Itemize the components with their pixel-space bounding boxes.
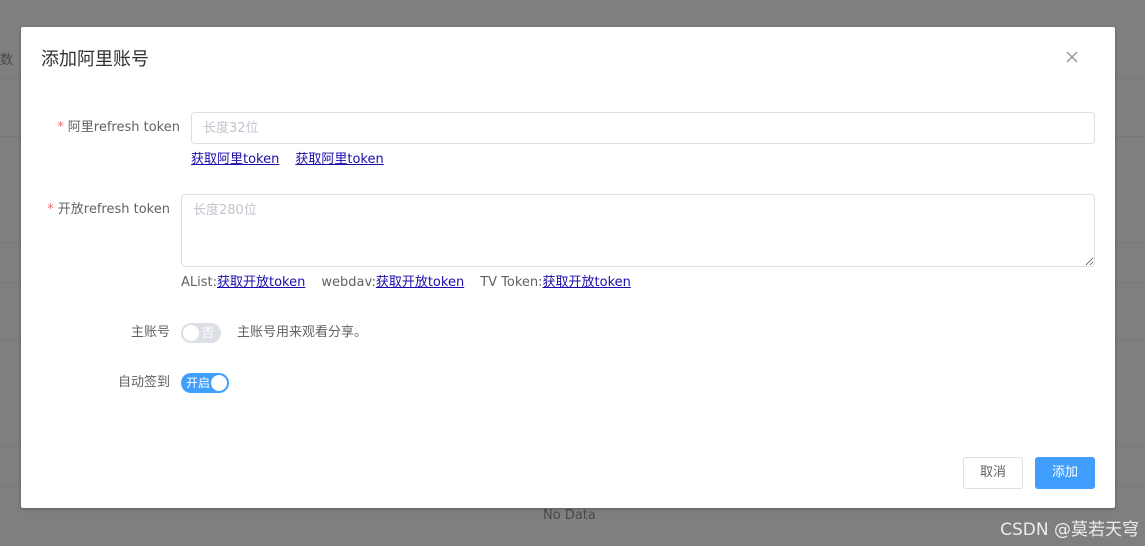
open-token-textarea[interactable] — [181, 194, 1095, 267]
main-account-label: 主账号 — [130, 325, 170, 340]
webdav-prefix: webdav: — [321, 275, 376, 290]
watermark: CSDN @莫若天穹 — [1000, 520, 1139, 540]
auto-checkin-label: 自动签到 — [117, 375, 170, 390]
switch-text: 否 — [202, 326, 215, 340]
dialog-title: 添加阿里账号 — [41, 49, 149, 70]
required-mark: * — [47, 202, 54, 217]
webdav-get-open-token-link[interactable]: 获取开放token — [376, 275, 464, 290]
ali-token-links: 获取阿里token 获取阿里token — [191, 151, 384, 169]
add-account-dialog: 添加阿里账号 *阿里refresh token 获取阿里token获取阿里tok… — [21, 27, 1115, 508]
ali-token-label: * 阿里refresh token — [57, 118, 180, 138]
auto-checkin-switch[interactable]: 开启 — [181, 373, 229, 393]
main-account-switch[interactable]: 否 — [181, 323, 221, 343]
close-icon[interactable] — [1063, 48, 1081, 66]
main-account-hint: 主账号用来观看分享。 — [237, 325, 368, 340]
get-ali-token-link[interactable]: 获取阿里token — [295, 152, 383, 167]
alist-get-open-token-link[interactable]: 获取开放token — [217, 275, 305, 290]
add-button[interactable]: 添加 — [1035, 457, 1095, 489]
tv-token-prefix: TV Token: — [480, 275, 543, 290]
alist-prefix: AList: — [181, 275, 217, 290]
get-ali-token-link[interactable]: 获取阿里token — [191, 152, 279, 167]
ali-token-input[interactable] — [191, 112, 1095, 144]
open-token-label-text: 开放refresh token — [57, 202, 170, 217]
tv-get-open-token-link[interactable]: 获取开放token — [543, 275, 631, 290]
open-token-label: * 开放refresh token — [47, 200, 170, 220]
switch-knob — [211, 375, 227, 391]
required-mark: * — [57, 120, 64, 135]
cancel-button[interactable]: 取消 — [963, 457, 1023, 489]
switch-text: 开启 — [186, 376, 211, 390]
open-token-links: AList:获取开放token webdav:获取开放token TV Token:… — [181, 274, 631, 292]
ali-token-label-text: 阿里refresh token — [67, 120, 180, 135]
switch-knob — [183, 325, 199, 341]
